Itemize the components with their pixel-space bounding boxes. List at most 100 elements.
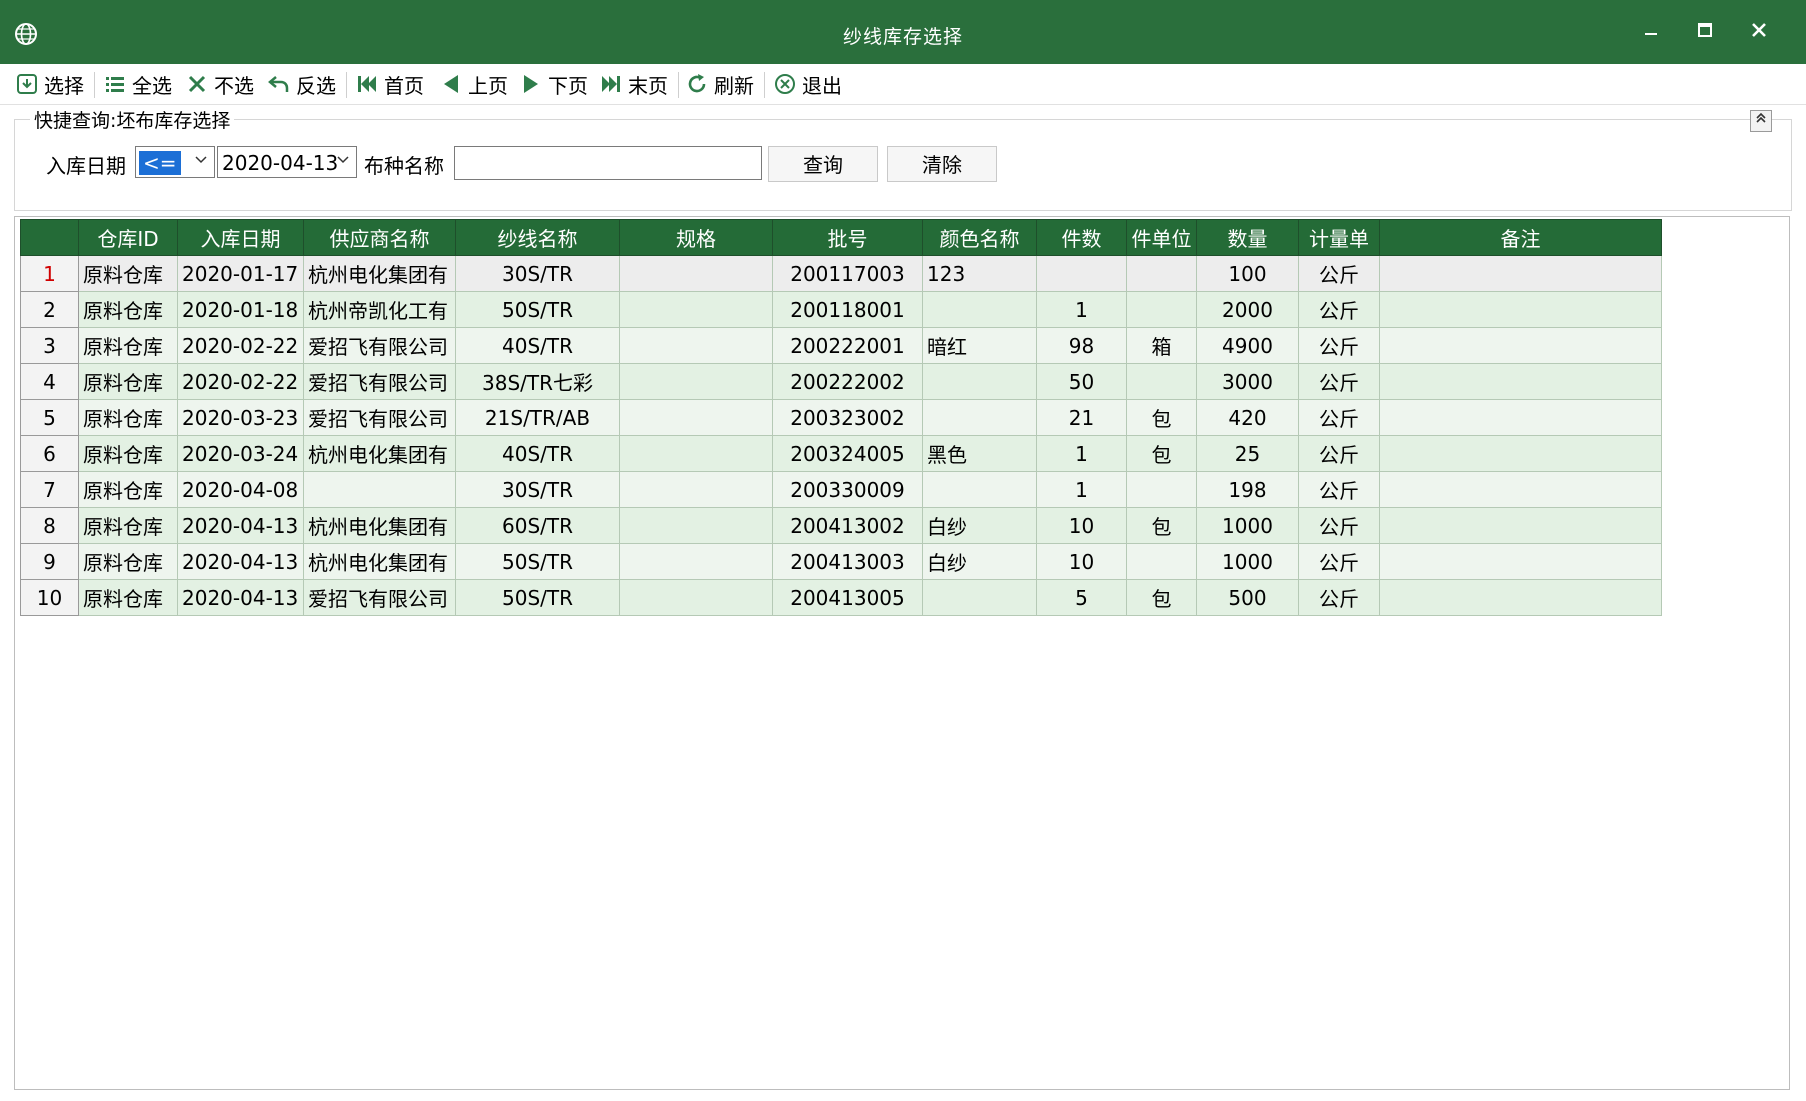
clear-button[interactable]: 清除 (887, 146, 997, 182)
note-cell[interactable] (1379, 471, 1662, 508)
column-header[interactable]: 颜色名称 (922, 219, 1037, 256)
batch-cell[interactable]: 200413003 (772, 543, 923, 580)
date-cell[interactable]: 2020-01-17 (177, 255, 304, 292)
uom-cell[interactable]: 公斤 (1298, 363, 1380, 400)
spec-cell[interactable] (619, 507, 773, 544)
color-cell[interactable]: 白纱 (922, 507, 1037, 544)
quantity-cell[interactable]: 3000 (1196, 363, 1299, 400)
quantity-cell[interactable]: 4900 (1196, 327, 1299, 364)
pieces-cell[interactable]: 21 (1036, 399, 1127, 436)
column-header[interactable]: 仓库ID (78, 219, 178, 256)
column-header[interactable]: 数量 (1196, 219, 1299, 256)
quantity-cell[interactable]: 2000 (1196, 291, 1299, 328)
note-cell[interactable] (1379, 435, 1662, 472)
supplier-cell[interactable]: 爱招飞有限公司 (303, 399, 456, 436)
column-header[interactable]: 件单位 (1126, 219, 1197, 256)
date-cell[interactable]: 2020-02-22 (177, 327, 304, 364)
invert-selection-button[interactable]: 反选 (266, 68, 336, 100)
chevron-up-icon[interactable] (1750, 110, 1772, 132)
quantity-cell[interactable]: 100 (1196, 255, 1299, 292)
first-page-button[interactable]: 首页 (354, 68, 424, 100)
quantity-cell[interactable]: 25 (1196, 435, 1299, 472)
batch-cell[interactable]: 200413002 (772, 507, 923, 544)
date-cell[interactable]: 2020-03-23 (177, 399, 304, 436)
note-cell[interactable] (1379, 543, 1662, 580)
piece-unit-cell[interactable] (1126, 471, 1197, 508)
column-header[interactable]: 供应商名称 (303, 219, 456, 256)
row-number[interactable]: 7 (20, 471, 79, 508)
batch-cell[interactable]: 200330009 (772, 471, 923, 508)
warehouse-cell[interactable]: 原料仓库 (78, 327, 178, 364)
table-row[interactable]: 9 原料仓库 2020-04-13 杭州电化集团有 50S/TR 2004130… (20, 543, 1662, 580)
spec-cell[interactable] (619, 255, 773, 292)
supplier-cell[interactable]: 杭州电化集团有 (303, 255, 456, 292)
piece-unit-cell[interactable] (1126, 363, 1197, 400)
piece-unit-cell[interactable]: 包 (1126, 507, 1197, 544)
column-header[interactable]: 纱线名称 (455, 219, 620, 256)
pieces-cell[interactable]: 98 (1036, 327, 1127, 364)
color-cell[interactable]: 白纱 (922, 543, 1037, 580)
piece-unit-cell[interactable]: 包 (1126, 435, 1197, 472)
pieces-cell[interactable]: 5 (1036, 579, 1127, 616)
spec-cell[interactable] (619, 363, 773, 400)
uom-cell[interactable]: 公斤 (1298, 327, 1380, 364)
table-row[interactable]: 2 原料仓库 2020-01-18 杭州帝凯化工有 50S/TR 2001180… (20, 291, 1662, 328)
yarn-cell[interactable]: 40S/TR (455, 327, 620, 364)
yarn-cell[interactable]: 50S/TR (455, 543, 620, 580)
warehouse-cell[interactable]: 原料仓库 (78, 363, 178, 400)
supplier-cell[interactable]: 杭州电化集团有 (303, 543, 456, 580)
yarn-cell[interactable]: 60S/TR (455, 507, 620, 544)
date-cell[interactable]: 2020-04-13 (177, 579, 304, 616)
note-cell[interactable] (1379, 291, 1662, 328)
column-header[interactable]: 备注 (1379, 219, 1662, 256)
search-button[interactable]: 查询 (768, 146, 878, 182)
quantity-cell[interactable]: 1000 (1196, 543, 1299, 580)
date-operator-select[interactable]: <= (135, 146, 215, 178)
pieces-cell[interactable]: 10 (1036, 507, 1127, 544)
uom-cell[interactable]: 公斤 (1298, 435, 1380, 472)
row-number[interactable]: 10 (20, 579, 79, 616)
yarn-cell[interactable]: 40S/TR (455, 435, 620, 472)
fabric-name-input[interactable] (454, 146, 762, 180)
color-cell[interactable]: 暗红 (922, 327, 1037, 364)
warehouse-cell[interactable]: 原料仓库 (78, 579, 178, 616)
row-number[interactable]: 1 (20, 255, 79, 292)
quantity-cell[interactable]: 198 (1196, 471, 1299, 508)
piece-unit-cell[interactable]: 包 (1126, 399, 1197, 436)
row-number[interactable]: 6 (20, 435, 79, 472)
warehouse-cell[interactable]: 原料仓库 (78, 255, 178, 292)
uom-cell[interactable]: 公斤 (1298, 255, 1380, 292)
pieces-cell[interactable]: 1 (1036, 471, 1127, 508)
table-row[interactable]: 4 原料仓库 2020-02-22 爱招飞有限公司 38S/TR七彩 20022… (20, 363, 1662, 400)
supplier-cell[interactable]: 杭州电化集团有 (303, 435, 456, 472)
table-row[interactable]: 1 原料仓库 2020-01-17 杭州电化集团有 30S/TR 2001170… (20, 255, 1662, 292)
spec-cell[interactable] (619, 471, 773, 508)
note-cell[interactable] (1379, 363, 1662, 400)
color-cell[interactable]: 黑色 (922, 435, 1037, 472)
color-cell[interactable]: 123 (922, 255, 1037, 292)
deselect-button[interactable]: 不选 (184, 68, 254, 100)
last-page-button[interactable]: 末页 (598, 68, 668, 100)
refresh-button[interactable]: 刷新 (684, 68, 754, 100)
date-cell[interactable]: 2020-04-13 (177, 543, 304, 580)
yarn-cell[interactable]: 50S/TR (455, 579, 620, 616)
table-row[interactable]: 8 原料仓库 2020-04-13 杭州电化集团有 60S/TR 2004130… (20, 507, 1662, 544)
spec-cell[interactable] (619, 327, 773, 364)
yarn-cell[interactable]: 21S/TR/AB (455, 399, 620, 436)
batch-cell[interactable]: 200222002 (772, 363, 923, 400)
yarn-cell[interactable]: 30S/TR (455, 255, 620, 292)
row-number[interactable]: 5 (20, 399, 79, 436)
date-cell[interactable]: 2020-02-22 (177, 363, 304, 400)
yarn-cell[interactable]: 50S/TR (455, 291, 620, 328)
color-cell[interactable] (922, 471, 1037, 508)
date-cell[interactable]: 2020-03-24 (177, 435, 304, 472)
color-cell[interactable] (922, 363, 1037, 400)
quantity-cell[interactable]: 500 (1196, 579, 1299, 616)
spec-cell[interactable] (619, 291, 773, 328)
pieces-cell[interactable]: 50 (1036, 363, 1127, 400)
color-cell[interactable] (922, 399, 1037, 436)
uom-cell[interactable]: 公斤 (1298, 291, 1380, 328)
spec-cell[interactable] (619, 399, 773, 436)
column-header[interactable]: 入库日期 (177, 219, 304, 256)
supplier-cell[interactable]: 爱招飞有限公司 (303, 327, 456, 364)
